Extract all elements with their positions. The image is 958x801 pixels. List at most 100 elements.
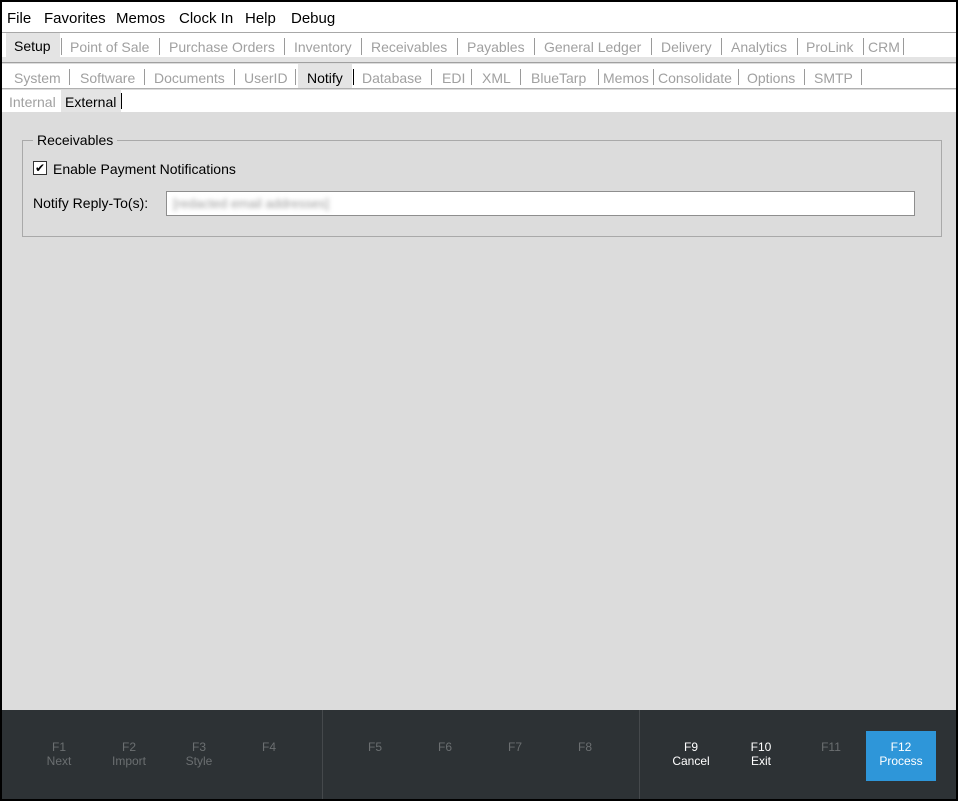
f12-process-button[interactable]: F12 Process xyxy=(866,731,936,781)
f7-button[interactable]: F7 xyxy=(480,731,550,781)
tab-external-label: External xyxy=(65,94,117,110)
tab-delivery-label: Delivery xyxy=(661,39,712,55)
tab-prolink-label: ProLink xyxy=(806,39,854,55)
tab-userid-label: UserID xyxy=(244,70,288,86)
f3-style-button[interactable]: F3 Style xyxy=(164,731,234,781)
notify-reply-to-input[interactable]: [redacted email addresses] xyxy=(166,191,915,216)
tab-separator xyxy=(144,69,145,85)
tab-separator xyxy=(721,38,722,55)
receivables-group-label: Receivables xyxy=(33,132,118,148)
tab-separator xyxy=(520,69,521,85)
f10-exit-button[interactable]: F10 Exit xyxy=(726,731,796,781)
tab-purchase-orders-label: Purchase Orders xyxy=(169,39,275,55)
notify-tab-bar: Internal External xyxy=(2,90,956,112)
enable-payment-notifications-checkbox[interactable]: ✔ xyxy=(33,161,47,175)
tab-software-label: Software xyxy=(80,70,136,86)
fkey-key: F9 xyxy=(683,740,698,754)
enable-payment-notifications-label[interactable]: Enable Payment Notifications xyxy=(53,161,236,177)
tab-edi-label: EDI xyxy=(442,70,466,86)
fkey-key: F7 xyxy=(507,740,522,754)
tab-notify[interactable]: Notify xyxy=(298,64,352,88)
app-window: File Favorites Memos Clock In Help Debug… xyxy=(2,2,956,799)
menu-file[interactable]: File xyxy=(7,10,31,27)
f2-import-button[interactable]: F2 Import xyxy=(94,731,164,781)
tab-separator xyxy=(61,38,62,55)
tab-database-label: Database xyxy=(362,70,422,86)
fkey-key: F11 xyxy=(821,740,841,754)
f5-button[interactable]: F5 xyxy=(340,731,410,781)
fkey-key: F12 xyxy=(890,740,912,754)
tab-bluetarp-label: BlueTarp xyxy=(531,70,587,86)
f6-button[interactable]: F6 xyxy=(410,731,480,781)
f11-button[interactable]: F11 xyxy=(796,731,866,781)
fkey-key: F1 xyxy=(51,740,66,754)
fkey-key: F10 xyxy=(750,740,772,754)
fkey-action: Import xyxy=(111,754,146,768)
tab-inventory-label: Inventory xyxy=(294,39,352,55)
tab-separator xyxy=(471,69,472,85)
menu-memos[interactable]: Memos xyxy=(116,10,165,27)
fkey-action: Next xyxy=(46,754,72,768)
module-tab-bar: Setup Point of Sale Purchase Orders Inve… xyxy=(2,33,956,57)
tab-separator xyxy=(534,38,535,55)
function-key-bar: F1 Next F2 Import F3 Style F4 F5 F6 F7 F8 F… xyxy=(2,710,956,799)
tab-analytics-label: Analytics xyxy=(731,39,788,55)
tab-general-ledger-label: General Ledger xyxy=(544,39,642,55)
setup-tab-bar: System Software Documents UserID Notify … xyxy=(2,64,956,89)
tab-setup[interactable]: Setup xyxy=(6,33,60,57)
menu-debug[interactable]: Debug xyxy=(291,10,335,27)
tab-separator xyxy=(121,93,122,109)
tab-separator xyxy=(863,38,864,55)
tab-crm-label: CRM xyxy=(868,39,900,55)
module-tab-underline xyxy=(2,57,956,63)
f8-button[interactable]: F8 xyxy=(550,731,620,781)
fkey-group-divider xyxy=(639,710,640,799)
tab-receivables-label: Receivables xyxy=(371,39,448,55)
notify-reply-to-label: Notify Reply-To(s): xyxy=(33,195,149,211)
fkey-action: Process xyxy=(879,754,923,768)
menu-clock-in[interactable]: Clock In xyxy=(179,10,233,27)
tab-separator xyxy=(159,38,160,55)
notify-reply-to-value: [redacted email addresses] xyxy=(173,196,330,211)
tab-internal-label: Internal xyxy=(9,94,56,110)
fkey-action: Style xyxy=(185,754,213,768)
tab-setup-label: Setup xyxy=(14,38,51,54)
tab-separator xyxy=(903,38,904,55)
fkey-key: F6 xyxy=(437,740,452,754)
tab-separator xyxy=(361,38,362,55)
fkey-group-divider xyxy=(322,710,323,799)
tab-payables-label: Payables xyxy=(467,39,525,55)
tab-external[interactable]: External xyxy=(61,90,121,112)
fkey-action: Exit xyxy=(750,754,771,768)
tab-separator xyxy=(598,69,599,85)
tab-options-label: Options xyxy=(747,70,796,86)
f4-button[interactable]: F4 xyxy=(234,731,304,781)
tab-consolidate-label: Consolidate xyxy=(658,70,732,86)
fkey-key: F2 xyxy=(121,740,136,754)
f1-next-button[interactable]: F1 Next xyxy=(24,731,94,781)
tab-separator xyxy=(353,69,354,85)
tab-separator xyxy=(284,38,285,55)
tab-memos-label: Memos xyxy=(603,70,649,86)
tab-smtp-label: SMTP xyxy=(814,70,853,86)
tab-separator xyxy=(457,38,458,55)
menu-favorites[interactable]: Favorites xyxy=(44,10,106,27)
fkey-key: F5 xyxy=(367,740,382,754)
tab-separator xyxy=(69,69,70,85)
fkey-action: Cancel xyxy=(672,754,710,768)
tab-separator xyxy=(738,69,739,85)
tab-point-of-sale-label: Point of Sale xyxy=(70,39,150,55)
tab-xml-label: XML xyxy=(482,70,511,86)
tab-separator xyxy=(234,69,235,85)
tab-separator xyxy=(861,69,862,85)
tab-notify-label: Notify xyxy=(307,70,343,86)
menu-help[interactable]: Help xyxy=(245,10,276,27)
f9-cancel-button[interactable]: F9 Cancel xyxy=(656,731,726,781)
menu-bar: File Favorites Memos Clock In Help Debug xyxy=(2,2,956,33)
tab-separator xyxy=(295,69,296,85)
tab-system-label: System xyxy=(14,70,61,86)
tab-separator xyxy=(651,38,652,55)
fkey-key: F4 xyxy=(261,740,276,754)
receivables-group: Receivables ✔ Enable Payment Notificatio… xyxy=(22,132,942,237)
tab-separator xyxy=(797,38,798,55)
